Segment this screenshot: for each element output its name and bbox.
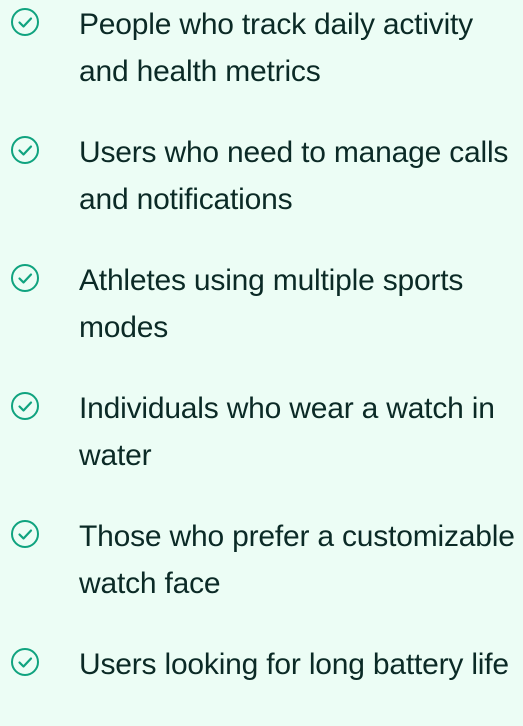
list-item: Those who prefer a customizable watch fa… (0, 513, 523, 613)
list-item: People who track daily activity and heal… (0, 1, 523, 101)
list-item: Athletes using multiple sports modes (0, 257, 523, 357)
check-circle-icon (10, 263, 40, 293)
list-item: Users looking for long battery life (0, 641, 523, 726)
check-circle-icon (10, 7, 40, 37)
check-circle-icon (10, 391, 40, 421)
list-item: Individuals who wear a watch in water (0, 385, 523, 485)
list-item-label: Those who prefer a customizable watch fa… (79, 520, 515, 600)
list-item-label: Individuals who wear a watch in water (79, 392, 495, 472)
check-circle-icon (10, 647, 40, 677)
audience-checklist: People who track daily activity and heal… (0, 0, 523, 726)
list-item-label: Users who need to manage calls and notif… (79, 136, 509, 216)
list-item-label: People who track daily activity and heal… (79, 8, 473, 88)
list-item: Users who need to manage calls and notif… (0, 129, 523, 229)
list-item-label: Athletes using multiple sports modes (79, 264, 464, 344)
check-circle-icon (10, 519, 40, 549)
check-circle-icon (10, 135, 40, 165)
list-item-label: Users looking for long battery life (79, 648, 509, 681)
